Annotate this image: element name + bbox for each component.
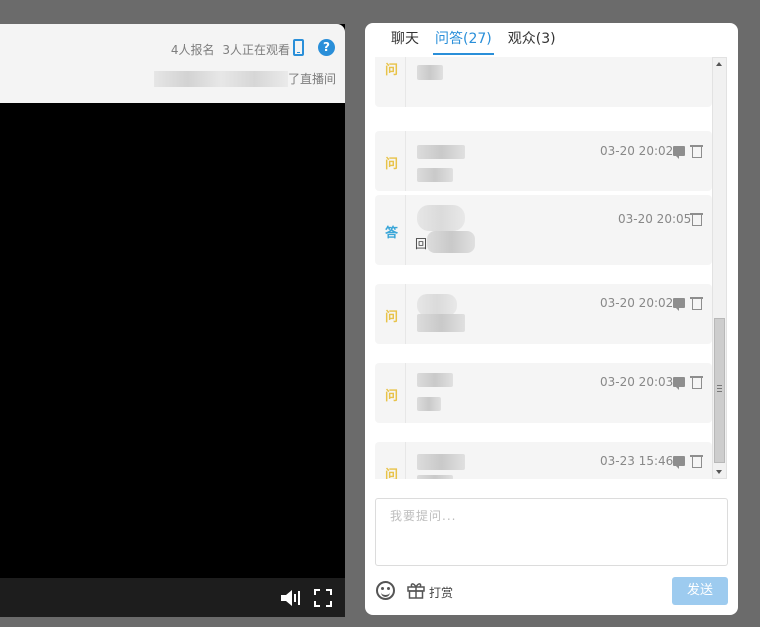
qa-item: 问 <box>375 57 712 107</box>
registered-count: 4人报名 <box>170 43 215 57</box>
video-player-panel: 4人报名 3人正在观看 ? 了直播间 <box>0 24 345 617</box>
reply-icon[interactable] <box>673 456 685 469</box>
blurred-avatar <box>417 294 457 316</box>
interaction-panel: 聊天 问答(27) 观众(3) 问 问 03-20 20:02 答 回 03-2… <box>365 23 738 615</box>
question-badge: 问 <box>385 310 399 325</box>
qa-scrollbar[interactable] <box>712 57 727 479</box>
player-header: 4人报名 3人正在观看 ? 了直播间 <box>0 24 345 103</box>
answer-badge: 答 <box>385 226 399 241</box>
blurred-avatar <box>417 205 465 231</box>
qa-item: 答 回 03-20 20:05 <box>375 195 712 265</box>
question-badge: 问 <box>385 157 399 172</box>
scroll-thumb[interactable] <box>714 318 725 463</box>
qa-time: 03-20 20:03 <box>600 375 674 389</box>
blurred-text <box>417 454 465 470</box>
reply-icon[interactable] <box>673 146 685 159</box>
tab-chat[interactable]: 聊天 <box>389 23 421 55</box>
trash-icon[interactable] <box>690 213 703 226</box>
blurred-text <box>417 397 441 411</box>
viewer-stats: 4人报名 3人正在观看 <box>167 41 290 58</box>
question-badge: 问 <box>385 389 399 404</box>
fullscreen-icon[interactable] <box>314 589 332 607</box>
volume-icon[interactable] <box>280 588 302 608</box>
reward-label[interactable]: 打赏 <box>429 584 453 601</box>
trash-icon[interactable] <box>690 297 703 310</box>
scroll-grip-icon <box>717 385 722 392</box>
blurred-text <box>417 145 465 159</box>
question-badge: 问 <box>385 63 399 78</box>
join-notice-suffix: 了直播间 <box>287 72 336 86</box>
qa-item: 问 03-20 20:03 <box>375 363 712 423</box>
watching-count: 3人正在观看 <box>222 43 290 57</box>
qa-time: 03-20 20:02 <box>600 144 674 158</box>
qa-item: 问 03-20 20:02 <box>375 131 712 191</box>
trash-icon[interactable] <box>690 376 703 389</box>
scroll-down-arrow-icon[interactable] <box>716 470 722 474</box>
help-icon[interactable]: ? <box>318 39 335 56</box>
emoji-icon[interactable] <box>376 581 395 600</box>
blurred-text <box>417 314 465 332</box>
answer-text: 回 <box>415 237 428 251</box>
panel-tabs: 聊天 问答(27) 观众(3) <box>365 23 738 57</box>
question-input[interactable] <box>375 498 728 566</box>
reply-icon[interactable] <box>673 377 685 390</box>
player-controls <box>0 578 345 617</box>
qa-item: 问 03-23 15:46 <box>375 442 712 479</box>
blurred-text <box>417 475 453 479</box>
blurred-text <box>427 231 475 253</box>
video-area[interactable] <box>0 103 345 578</box>
trash-icon[interactable] <box>690 145 703 158</box>
qa-time: 03-20 20:05 <box>618 212 692 226</box>
reply-icon[interactable] <box>673 298 685 311</box>
blurred-text <box>417 373 453 387</box>
blurred-text <box>417 168 453 182</box>
trash-icon[interactable] <box>690 455 703 468</box>
qa-time: 03-23 15:46 <box>600 454 674 468</box>
qa-item: 问 03-20 20:02 <box>375 284 712 344</box>
gift-icon[interactable] <box>407 581 425 599</box>
scroll-up-arrow-icon[interactable] <box>716 62 722 66</box>
live-join-notice: 了直播间 <box>153 70 336 87</box>
blurred-text <box>153 70 288 87</box>
phone-icon[interactable] <box>293 39 304 56</box>
send-button[interactable]: 发送 <box>672 577 728 605</box>
question-badge: 问 <box>385 468 399 479</box>
tab-qa[interactable]: 问答(27) <box>433 23 494 55</box>
tab-audience[interactable]: 观众(3) <box>506 23 558 55</box>
qa-time: 03-20 20:02 <box>600 296 674 310</box>
qa-list[interactable]: 问 问 03-20 20:02 答 回 03-20 20:05 问 03-20 … <box>375 57 712 479</box>
blurred-text <box>417 65 443 80</box>
